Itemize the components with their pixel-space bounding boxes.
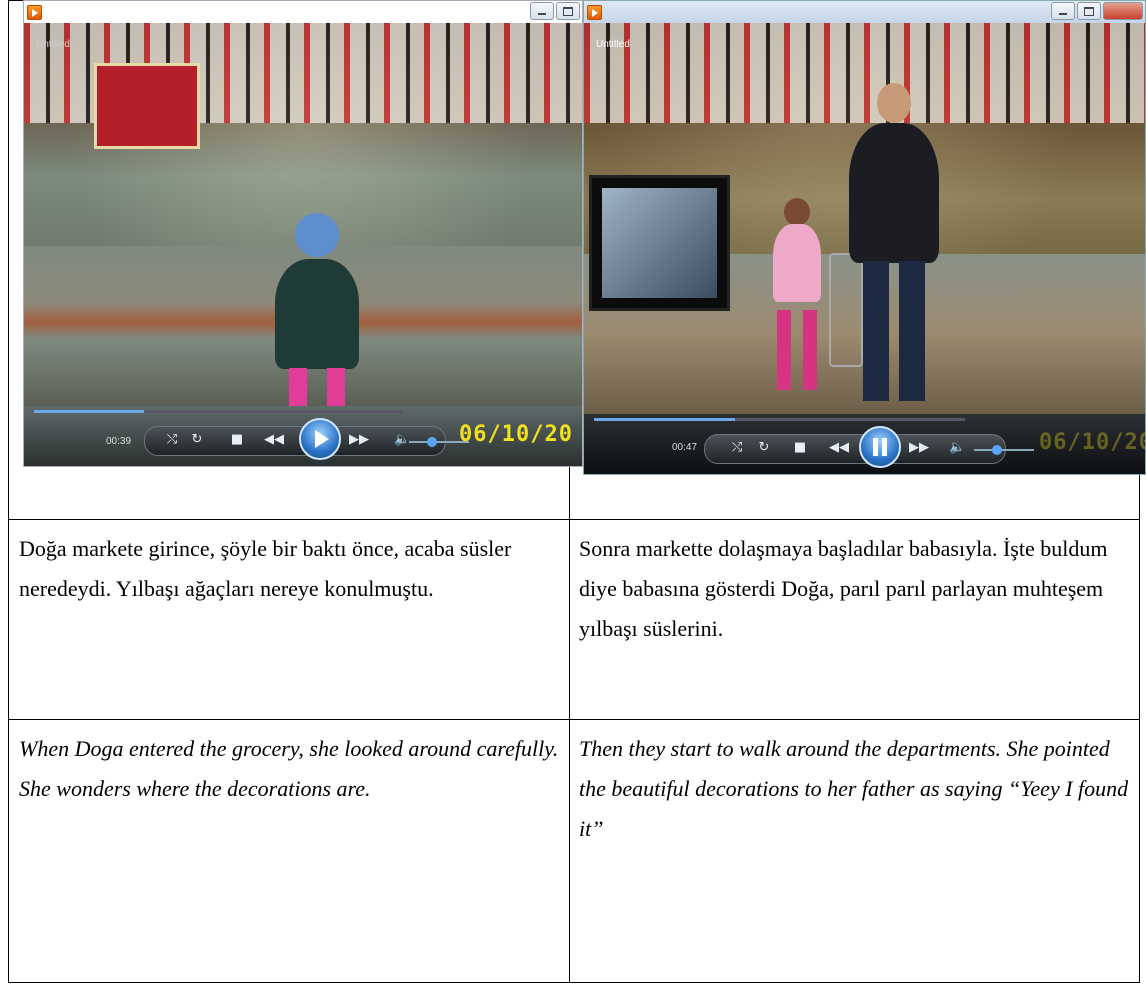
repeat-icon[interactable]: ↻ <box>756 440 772 456</box>
date-stamp: 06/10/20 <box>459 422 573 447</box>
video-frame[interactable] <box>24 23 582 448</box>
previous-icon[interactable]: ◀◀ <box>829 440 849 456</box>
row-divider <box>9 519 1139 520</box>
mute-icon[interactable]: 🔈 <box>949 440 965 456</box>
player-controls: 00:47 ⤭ ↻ ■ ◀◀ ▶▶ 🔈 06/10/20 <box>584 414 1145 474</box>
media-player-window-2[interactable]: Untitled 00:47 ⤭ ↻ ■ ◀◀ ▶▶ 🔈 06/10/20 <box>583 0 1146 475</box>
stop-icon[interactable]: ■ <box>792 440 808 456</box>
seek-progress <box>34 410 145 413</box>
title-bar[interactable] <box>24 1 582 23</box>
video-title: Untitled <box>36 39 70 50</box>
pause-icon[interactable] <box>859 426 901 468</box>
next-icon[interactable]: ▶▶ <box>349 432 369 448</box>
app-icon <box>587 5 602 20</box>
english-caption-left: When Doga entered the grocery, she looke… <box>19 736 559 801</box>
seek-bar[interactable] <box>34 410 402 413</box>
title-bar[interactable] <box>584 1 1145 23</box>
maximize-icon[interactable] <box>1077 2 1101 20</box>
date-stamp: 06/10/20 <box>1039 430 1146 455</box>
turkish-caption-left: Doğa markete girince, şöyle bir baktı ön… <box>19 536 512 601</box>
minimize-icon[interactable] <box>530 2 554 20</box>
turkish-caption-right: Sonra markette dolaşmaya başladılar baba… <box>579 536 1108 641</box>
store-sign <box>94 63 200 149</box>
player-controls: 00:39 ⤭ ↻ ■ ◀◀ ▶▶ 🔈 06/10/20 <box>24 406 582 466</box>
play-icon[interactable] <box>299 418 341 460</box>
row-divider <box>9 719 1139 720</box>
media-player-window-1[interactable]: Untitled 00:39 ⤭ ↻ ■ ◀◀ ▶▶ 🔈 06/10/20 <box>23 0 583 467</box>
stop-icon[interactable]: ■ <box>229 432 245 448</box>
girl-figure <box>772 198 822 408</box>
elapsed-time: 00:47 <box>672 442 698 453</box>
tv-display <box>589 175 730 311</box>
seek-bar[interactable] <box>594 418 965 421</box>
elapsed-time: 00:39 <box>106 436 132 447</box>
repeat-icon[interactable]: ↻ <box>189 432 205 448</box>
english-caption-right: Then they start to walk around the depar… <box>579 736 1129 841</box>
father-figure <box>849 83 939 403</box>
minimize-icon[interactable] <box>1051 2 1075 20</box>
maximize-icon[interactable] <box>556 2 580 20</box>
video-frame[interactable] <box>584 23 1145 414</box>
shuffle-icon[interactable]: ⤭ <box>729 440 745 456</box>
next-icon[interactable]: ▶▶ <box>909 440 929 456</box>
shuffle-icon[interactable]: ⤭ <box>164 432 180 448</box>
close-icon[interactable] <box>1103 2 1143 20</box>
mute-icon[interactable]: 🔈 <box>394 432 410 448</box>
blurred-face <box>295 213 339 257</box>
app-icon <box>27 5 42 20</box>
volume-slider[interactable] <box>974 445 1034 455</box>
seek-progress <box>594 418 735 421</box>
video-title: Untitled <box>596 39 630 50</box>
previous-icon[interactable]: ◀◀ <box>264 432 284 448</box>
